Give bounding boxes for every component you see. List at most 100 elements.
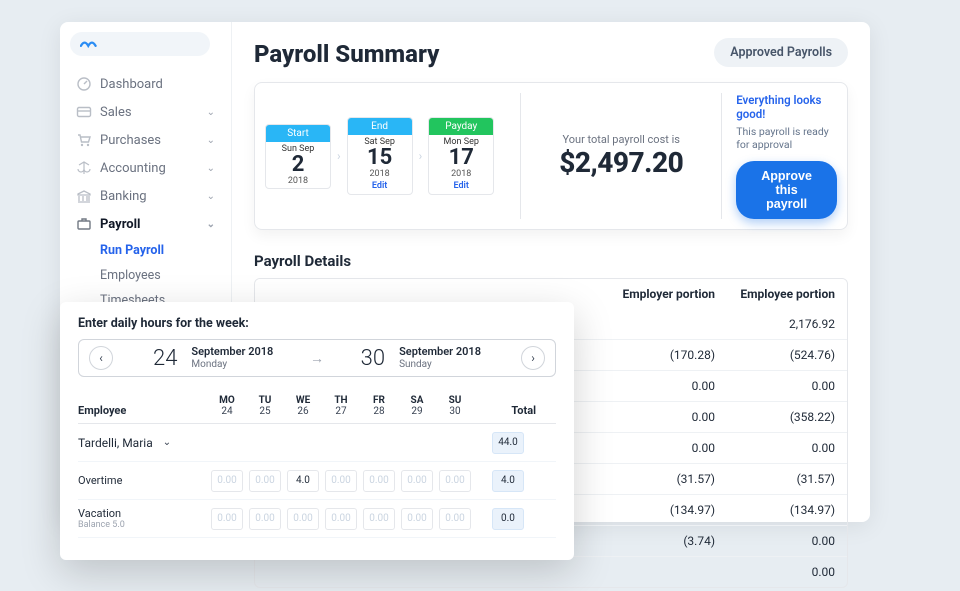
nav-label: Banking	[100, 189, 147, 204]
end-date-edit-link[interactable]: Edit	[348, 181, 412, 191]
hours-cell[interactable]: 0.00	[363, 508, 395, 530]
nav-label: Dashboard	[100, 77, 163, 92]
employer-portion-cell: 0.00	[595, 441, 715, 455]
week-selector: ‹ 24 September 2018 Monday → 30 Septembe…	[78, 339, 556, 377]
employee-portion-cell: 2,176.92	[715, 317, 835, 331]
employer-portion-cell: (134.97)	[595, 503, 715, 517]
nav-item-payroll[interactable]: Payroll⌄	[70, 210, 221, 238]
employee-portion-cell: 0.00	[715, 565, 835, 579]
employer-portion-cell: (31.57)	[595, 472, 715, 486]
wave-logo-icon	[80, 37, 102, 51]
week-prev-button[interactable]: ‹	[89, 346, 113, 370]
employer-portion-cell: 0.00	[595, 410, 715, 424]
hours-cell[interactable]: 0.00	[439, 508, 471, 530]
hours-cell[interactable]: 0.00	[401, 508, 433, 530]
hours-cell[interactable]: 0.00	[363, 470, 395, 492]
hours-cell[interactable]: 0.00	[249, 508, 281, 530]
timesheet-header-row: Employee MO24TU25WE26TH27FR28SA29SU30 To…	[78, 395, 556, 424]
week-start-day: 24	[153, 346, 177, 371]
week-end-month: September 2018	[399, 346, 481, 358]
nav-label: Sales	[100, 105, 132, 120]
payday-edit-link[interactable]: Edit	[429, 181, 493, 191]
payday-day: 17	[429, 147, 493, 169]
row-total-cell: 4.0	[492, 470, 524, 492]
employer-portion-cell: 0.00	[595, 379, 715, 393]
payday-box: Payday Mon Sep 17 2018 Edit	[428, 117, 494, 195]
vertical-divider	[721, 93, 722, 219]
timesheet-row-vacation: VacationBalance 5.00.000.000.000.000.000…	[78, 500, 556, 538]
hours-cell[interactable]: 0.00	[439, 470, 471, 492]
brand-pill	[70, 32, 210, 56]
timesheet-grid: Employee MO24TU25WE26TH27FR28SA29SU30 To…	[78, 395, 556, 538]
employee-portion-cell: (358.22)	[715, 410, 835, 424]
approval-block: Everything looks good! This payroll is r…	[736, 93, 837, 219]
employee-portion-cell: 0.00	[715, 534, 835, 548]
chevron-down-icon: ⌄	[163, 437, 171, 448]
hours-cell[interactable]: 0.00	[325, 470, 357, 492]
nav-item-banking[interactable]: Banking ⌄	[70, 182, 221, 210]
employee-portion-cell: 0.00	[715, 379, 835, 393]
start-date-header: Start	[266, 125, 330, 142]
row-balance: Balance 5.0	[78, 520, 208, 530]
employee-column-header: Employee	[78, 404, 208, 417]
employee-name: Tardelli, Maria	[78, 436, 153, 450]
nav-label: Accounting	[100, 161, 166, 176]
employer-portion-header: Employer portion	[595, 287, 715, 301]
nav-label: Payroll	[100, 217, 141, 232]
hours-cell[interactable]: 0.00	[401, 470, 433, 492]
row-total-cell: 0.0	[492, 508, 524, 530]
nav-item-dashboard[interactable]: Dashboard	[70, 70, 221, 98]
chevron-right-icon: ›	[337, 149, 341, 163]
end-date-box: End Sat Sep 15 2018 Edit	[347, 117, 413, 195]
employee-portion-cell: (134.97)	[715, 503, 835, 517]
total-column-header: Total	[492, 404, 536, 417]
employee-row[interactable]: Tardelli, Maria ⌄ 44.0	[78, 424, 556, 462]
payroll-details-heading: Payroll Details	[254, 252, 848, 270]
vertical-divider	[520, 93, 521, 219]
chevron-right-icon: ›	[419, 149, 423, 163]
week-start-dow: Monday	[191, 359, 273, 370]
employee-portion-cell: (31.57)	[715, 472, 835, 486]
approval-status-good: Everything looks good!	[736, 93, 837, 121]
hours-cell[interactable]: 0.00	[249, 470, 281, 492]
nav-item-accounting[interactable]: Accounting⌄	[70, 154, 221, 182]
nav-item-sales[interactable]: Sales⌄	[70, 98, 221, 126]
employee-total-cell: 44.0	[492, 432, 524, 454]
chevron-down-icon: ⌄	[207, 191, 215, 202]
employer-portion-cell	[595, 317, 715, 331]
week-next-button[interactable]: ›	[521, 346, 545, 370]
hours-cell[interactable]: 0.00	[211, 508, 243, 530]
employer-portion-cell: (3.74)	[595, 534, 715, 548]
cart-icon	[76, 132, 92, 148]
hours-cell[interactable]: 0.00	[325, 508, 357, 530]
nav-item-purchases[interactable]: Purchases⌄	[70, 126, 221, 154]
day-header-su: SU30	[436, 395, 474, 417]
hours-cell[interactable]: 0.00	[211, 470, 243, 492]
hours-cell[interactable]: 0.00	[287, 508, 319, 530]
start-date-box: Start Sun Sep 2 2018	[265, 124, 331, 189]
day-header-we: WE26	[284, 395, 322, 417]
timesheet-title: Enter daily hours for the week:	[78, 316, 556, 331]
end-date-header: End	[348, 118, 412, 135]
day-header-fr: FR28	[360, 395, 398, 417]
timesheet-panel: Enter daily hours for the week: ‹ 24 Sep…	[60, 302, 574, 560]
hours-cell[interactable]: 4.0	[287, 470, 319, 492]
details-row: 0.00	[255, 556, 847, 587]
week-end-dow: Sunday	[399, 359, 481, 370]
end-date-year: 2018	[348, 169, 412, 179]
row-name: Vacation	[78, 507, 208, 520]
employee-portion-header: Employee portion	[715, 287, 835, 301]
start-date-day: 2	[266, 154, 330, 176]
day-header-sa: SA29	[398, 395, 436, 417]
nav-label: Purchases	[100, 133, 161, 148]
week-start-month: September 2018	[191, 346, 273, 358]
subnav-item-employees[interactable]: Employees	[100, 263, 221, 288]
approved-payrolls-pill[interactable]: Approved Payrolls	[714, 38, 848, 67]
scales-icon	[76, 160, 92, 176]
total-cost-label: Your total payroll cost is	[535, 133, 707, 146]
subnav-item-run-payroll[interactable]: Run Payroll	[100, 238, 221, 263]
dashboard-icon	[76, 76, 92, 92]
approval-status-ready: This payroll is ready for approval	[736, 125, 837, 151]
employee-portion-cell: 0.00	[715, 441, 835, 455]
approve-payroll-button[interactable]: Approve this payroll	[736, 161, 837, 219]
